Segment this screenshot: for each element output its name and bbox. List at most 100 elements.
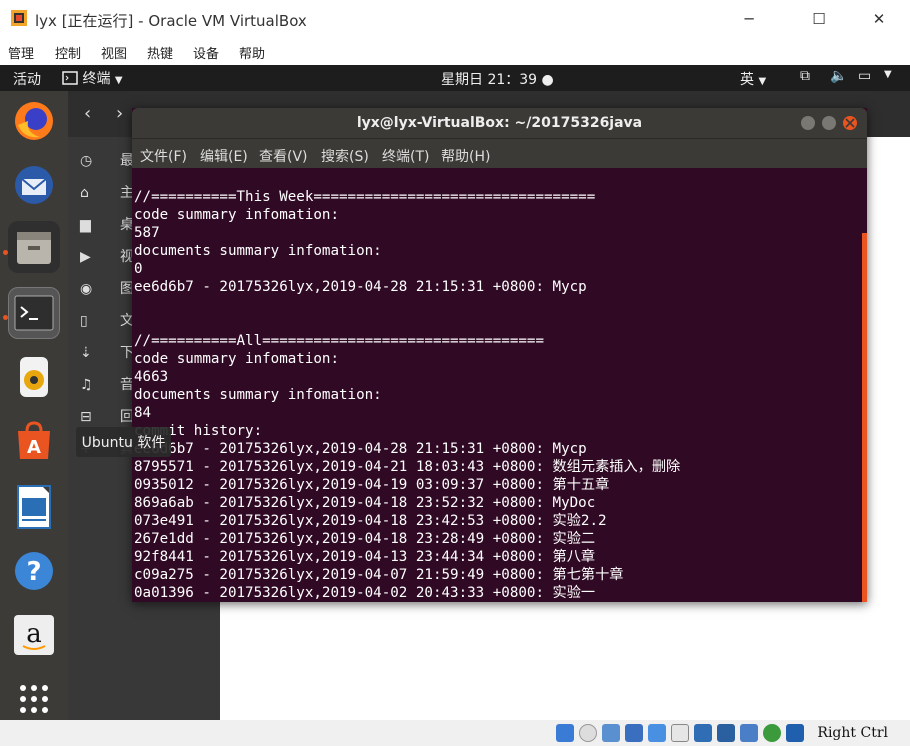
app-menu[interactable]: 终端 ▼ <box>62 68 123 88</box>
minimize-icon[interactable] <box>801 116 815 130</box>
sidebar-item-desktop[interactable]: ▆ <box>80 209 93 241</box>
terminal-line: code summary infomation: <box>134 351 339 367</box>
virtualization-icon[interactable] <box>740 724 758 742</box>
terminal-line: c09a275 - 20175326lyx,2019-04-07 21:59:4… <box>134 567 624 583</box>
home-icon: ⌂ <box>80 185 89 201</box>
terminal-line: 92f8441 - 20175326lyx,2019-04-13 23:44:3… <box>134 549 596 565</box>
libreoffice-writer-icon[interactable] <box>8 481 60 533</box>
maximize-icon[interactable] <box>822 116 836 130</box>
running-indicator-dot <box>3 315 8 320</box>
files-icon[interactable] <box>8 221 60 273</box>
chevron-down-icon: ▼ <box>758 76 767 87</box>
sidebar-item-home[interactable]: ⌂ <box>80 177 93 209</box>
terminal-line: 8795571 - 20175326lyx,2019-04-21 18:03:4… <box>134 459 681 475</box>
terminal-title: lyx@lyx-VirtualBox: ~/20175326java <box>356 115 643 131</box>
forward-icon[interactable]: › <box>116 103 123 124</box>
rhythmbox-icon[interactable] <box>8 351 60 403</box>
sidebar-item-recent[interactable]: ◷ <box>80 145 93 177</box>
battery-icon[interactable]: ▭ <box>858 68 871 84</box>
help-icon[interactable]: ? <box>8 545 60 597</box>
window-title: lyx [正在运行] - Oracle VM VirtualBox <box>35 12 307 30</box>
sidebar-item-music[interactable]: ♫ <box>80 369 93 401</box>
show-apps-icon[interactable] <box>8 673 60 720</box>
network-icon[interactable]: ⧉ <box>800 68 810 84</box>
terminal-line: 0 <box>134 261 143 277</box>
terminal-line: 4663 <box>134 369 169 385</box>
minimize-button[interactable]: ─ <box>726 0 772 38</box>
back-icon[interactable]: ‹ <box>84 103 91 124</box>
menu-devices[interactable]: 设备 <box>193 43 219 62</box>
close-button[interactable]: ✕ <box>856 0 902 38</box>
terminal-icon[interactable] <box>8 287 60 339</box>
guest-additions-icon[interactable] <box>763 724 781 742</box>
menu-control[interactable]: 控制 <box>55 43 81 62</box>
menu-manage[interactable]: 管理 <box>8 43 34 62</box>
svg-text:?: ? <box>26 557 41 587</box>
video-capture-icon[interactable] <box>717 724 735 742</box>
usb-icon[interactable] <box>648 724 666 742</box>
menu-help[interactable]: 帮助 <box>239 43 265 62</box>
terminal-line: code summary infomation: <box>134 207 339 223</box>
folder-icon: ▆ <box>80 217 91 233</box>
term-menu-edit[interactable]: 编辑(E) <box>200 146 248 166</box>
gnome-topbar: 活动 终端 ▼ 星期日 21：39 ● 英 ▼ ⧉ 🔈 ▭ ▼ <box>0 65 910 91</box>
music-icon: ♫ <box>80 377 93 393</box>
terminal-menubar: 文件(F) 编辑(E) 查看(V) 搜索(S) 终端(T) 帮助(H) <box>132 138 867 168</box>
activities-button[interactable]: 活动 <box>13 69 41 89</box>
thunderbird-icon[interactable] <box>8 159 60 211</box>
maximize-button[interactable]: ☐ <box>796 0 842 38</box>
term-menu-file[interactable]: 文件(F) <box>140 146 187 166</box>
terminal-line: 0a01396 - 20175326lyx,2019-04-02 20:43:3… <box>134 585 596 601</box>
menu-view[interactable]: 视图 <box>101 43 127 62</box>
term-menu-view[interactable]: 查看(V) <box>259 146 308 166</box>
clock-icon: ◷ <box>80 153 93 169</box>
term-menu-terminal[interactable]: 终端(T) <box>382 146 429 166</box>
volume-icon[interactable]: 🔈 <box>830 68 847 84</box>
terminal-line: 267e1dd - 20175326lyx,2019-04-18 23:28:4… <box>134 531 596 547</box>
terminal-line: 073e491 - 20175326lyx,2019-04-18 23:42:5… <box>134 513 607 529</box>
sidebar-item-videos[interactable]: ▶ <box>80 241 93 273</box>
amazon-icon[interactable]: a <box>8 609 60 661</box>
hard-disk-icon[interactable] <box>556 724 574 742</box>
ubuntu-software-icon[interactable]: A <box>8 415 60 467</box>
svg-text:a: a <box>26 619 42 649</box>
terminal-line: //==========This Week===================… <box>134 189 596 205</box>
shared-folders-icon[interactable] <box>671 724 689 742</box>
vbox-menubar: 管理 控制 视图 热键 设备 帮助 <box>0 38 910 65</box>
sidebar-item-documents[interactable]: ▯ <box>80 305 93 337</box>
audio-icon[interactable] <box>602 724 620 742</box>
dock-tooltip: Ubuntu 软件 <box>76 427 171 457</box>
terminal-line: ee6d6b7 - 20175326lyx,2019-04-28 21:15:3… <box>134 441 587 457</box>
sidebar-item-pictures[interactable]: ◉ <box>80 273 93 305</box>
network-adapter-icon[interactable] <box>625 724 643 742</box>
firefox-icon[interactable] <box>8 95 60 147</box>
menu-hotkey[interactable]: 热键 <box>147 43 173 62</box>
svg-text:A: A <box>27 437 41 458</box>
notification-dot-icon: ● <box>541 72 554 88</box>
trash-icon: ⊟ <box>80 409 92 425</box>
app-menu-label: 终端 <box>82 71 111 87</box>
terminal-line: documents summary infomation: <box>134 387 382 403</box>
term-menu-help[interactable]: 帮助(H) <box>441 146 490 166</box>
chevron-down-icon: ▼ <box>114 75 123 86</box>
clock[interactable]: 星期日 21：39 ● <box>441 69 554 89</box>
virtualbox-app-icon <box>11 10 27 26</box>
term-menu-search[interactable]: 搜索(S) <box>321 146 369 166</box>
terminal-scrollbar[interactable] <box>862 233 867 602</box>
mouse-integration-icon[interactable] <box>786 724 804 742</box>
system-menu-chevron-icon[interactable]: ▼ <box>884 69 892 80</box>
host-key-label: Right Ctrl <box>817 725 888 741</box>
clock-label: 星期日 21：39 <box>441 72 538 88</box>
sidebar-item-downloads[interactable]: ⇣ <box>80 337 93 369</box>
terminal-line: 84 <box>134 405 152 421</box>
terminal-line: 587 <box>134 225 160 241</box>
display-icon[interactable] <box>694 724 712 742</box>
terminal-output[interactable]: //==========This Week===================… <box>134 188 854 602</box>
optical-drive-icon[interactable] <box>579 724 597 742</box>
input-method-indicator[interactable]: 英 ▼ <box>740 69 766 89</box>
running-indicator-dot <box>3 250 8 255</box>
terminal-line: //==========All=========================… <box>134 333 544 349</box>
terminal-line: 0935012 - 20175326lyx,2019-04-19 03:09:3… <box>134 477 610 493</box>
